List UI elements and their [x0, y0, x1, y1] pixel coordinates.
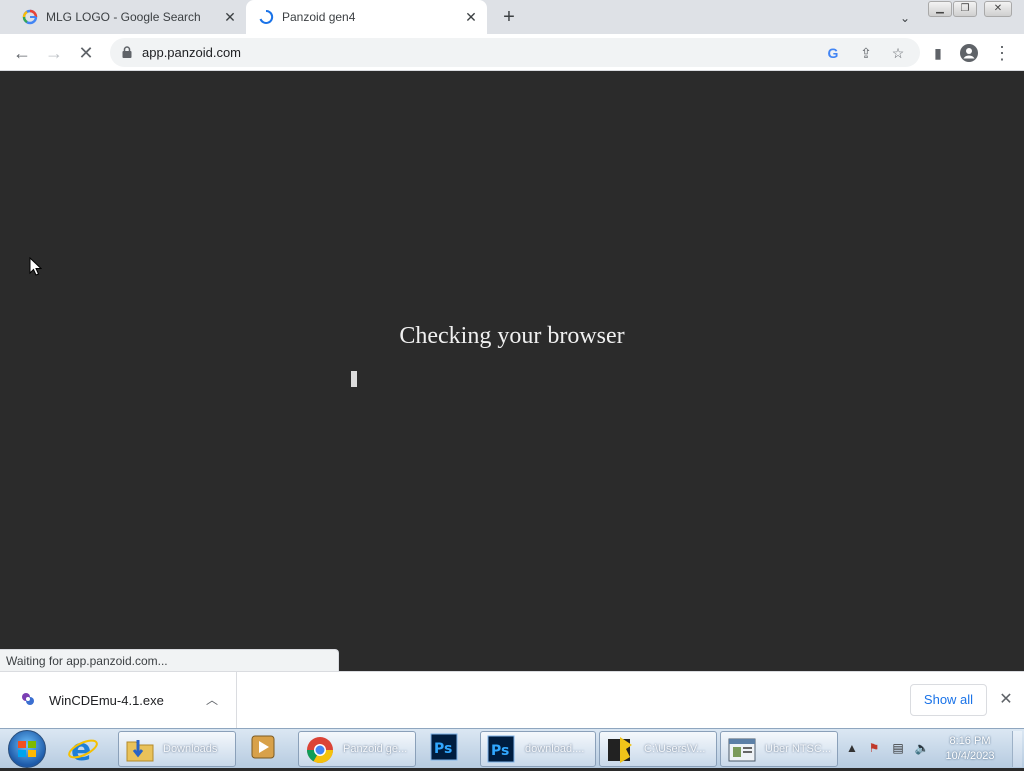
- side-panel-icon[interactable]: ▮: [926, 41, 950, 65]
- loading-indicator: [351, 371, 357, 387]
- svg-text:Ps: Ps: [491, 743, 509, 759]
- taskbar-item-label: download....: [525, 743, 585, 755]
- restore-button[interactable]: ❐: [953, 1, 977, 17]
- taskbar-item-label: C:\Users\V...: [644, 743, 706, 755]
- windows-logo-icon: [18, 741, 36, 757]
- close-tab-icon[interactable]: ✕: [463, 9, 479, 25]
- url-text: app.panzoid.com: [142, 45, 242, 60]
- show-desktop-button[interactable]: [1012, 731, 1022, 767]
- installer-icon: [22, 693, 34, 705]
- clock-date: 10/4/2023: [945, 750, 995, 762]
- taskbar-item-uber-ntsc[interactable]: Uber NTSC...: [720, 731, 838, 767]
- taskbar-item-label: Panzoid ge...: [343, 743, 408, 755]
- system-clock[interactable]: 8:16 PM 10/4/2023: [940, 734, 1000, 764]
- loading-spinner-icon: [259, 9, 274, 24]
- browser-toolbar: ← → ✕ app.panzoid.com G ⇪ ☆ ▮ ⋮: [0, 34, 1024, 71]
- forward-button[interactable]: →: [42, 41, 66, 65]
- photoshop-pinned-icon[interactable]: Ps: [428, 732, 468, 766]
- minimize-button[interactable]: ▁: [928, 1, 952, 17]
- google-g-icon: [22, 9, 38, 25]
- taskbar-item-console[interactable]: C:\Users\V...: [599, 731, 717, 767]
- folder-icon: [126, 740, 154, 762]
- show-all-button[interactable]: Show all: [910, 684, 987, 716]
- chevron-up-icon[interactable]: ︿: [204, 691, 220, 707]
- menu-kebab-icon[interactable]: ⋮: [990, 41, 1014, 65]
- tab-search-chevron-icon[interactable]: ⌄: [896, 9, 914, 27]
- download-file-name: WinCDEmu-4.1.exe: [49, 693, 164, 708]
- profile-avatar-icon[interactable]: [957, 41, 981, 65]
- tab-title: Panzoid gen4: [282, 10, 356, 24]
- show-hidden-icons-chevron-icon[interactable]: ▲: [844, 741, 860, 757]
- svg-text:Ps: Ps: [434, 741, 452, 757]
- tab-title: MLG LOGO - Google Search: [46, 10, 201, 24]
- start-button[interactable]: [8, 730, 46, 768]
- bookmark-star-icon[interactable]: ☆: [888, 43, 908, 63]
- photoshop-icon: Ps: [487, 735, 515, 763]
- page-content: Checking your browser Waiting for app.pa…: [0, 71, 1024, 671]
- svg-text:e: e: [71, 733, 91, 766]
- close-window-button[interactable]: ✕: [984, 1, 1012, 17]
- volume-icon[interactable]: 🔈: [914, 741, 930, 757]
- taskbar-item-label: Downloads: [163, 743, 218, 755]
- media-player-icon[interactable]: [248, 732, 288, 766]
- taskbar-item-label: Uber NTSC...: [765, 743, 832, 755]
- taskbar-item-photoshop[interactable]: Ps download....: [480, 731, 596, 767]
- tab-strip: MLG LOGO - Google Search ✕ Panzoid gen4 …: [0, 0, 1024, 34]
- lock-icon: [122, 46, 132, 58]
- console-icon: [608, 737, 632, 763]
- close-tab-icon[interactable]: ✕: [222, 9, 238, 25]
- windows-taskbar: e Downloads Panzoid ge... Ps Ps download…: [0, 728, 1024, 768]
- page-heading: Checking your browser: [399, 323, 625, 349]
- address-bar[interactable]: app.panzoid.com G ⇪ ☆: [110, 38, 920, 67]
- internet-explorer-icon[interactable]: e: [66, 732, 106, 768]
- download-shelf: WinCDEmu-4.1.exe ︿ Show all ✕: [0, 671, 1024, 729]
- window-icon: [728, 738, 756, 762]
- google-lens-icon[interactable]: G: [823, 43, 843, 63]
- download-item[interactable]: WinCDEmu-4.1.exe ︿: [0, 672, 237, 729]
- back-button[interactable]: ←: [10, 41, 34, 65]
- clock-time: 8:16 PM: [949, 735, 991, 747]
- taskbar-item-downloads[interactable]: Downloads: [118, 731, 236, 767]
- chrome-icon: [306, 737, 334, 764]
- network-icon[interactable]: ▤: [890, 741, 906, 757]
- new-tab-button[interactable]: +: [498, 7, 520, 29]
- taskbar-item-chrome[interactable]: Panzoid ge...: [298, 731, 416, 767]
- status-bubble: Waiting for app.panzoid.com...: [0, 649, 339, 671]
- stop-loading-button[interactable]: ✕: [74, 41, 98, 65]
- share-icon[interactable]: ⇪: [856, 43, 876, 63]
- close-shelf-icon[interactable]: ✕: [996, 690, 1016, 710]
- tab-panzoid[interactable]: Panzoid gen4 ✕: [246, 0, 487, 34]
- mouse-cursor-icon: [29, 257, 42, 276]
- action-center-flag-icon[interactable]: ⚑: [866, 741, 882, 757]
- tab-google-search[interactable]: MLG LOGO - Google Search ✕: [12, 0, 246, 34]
